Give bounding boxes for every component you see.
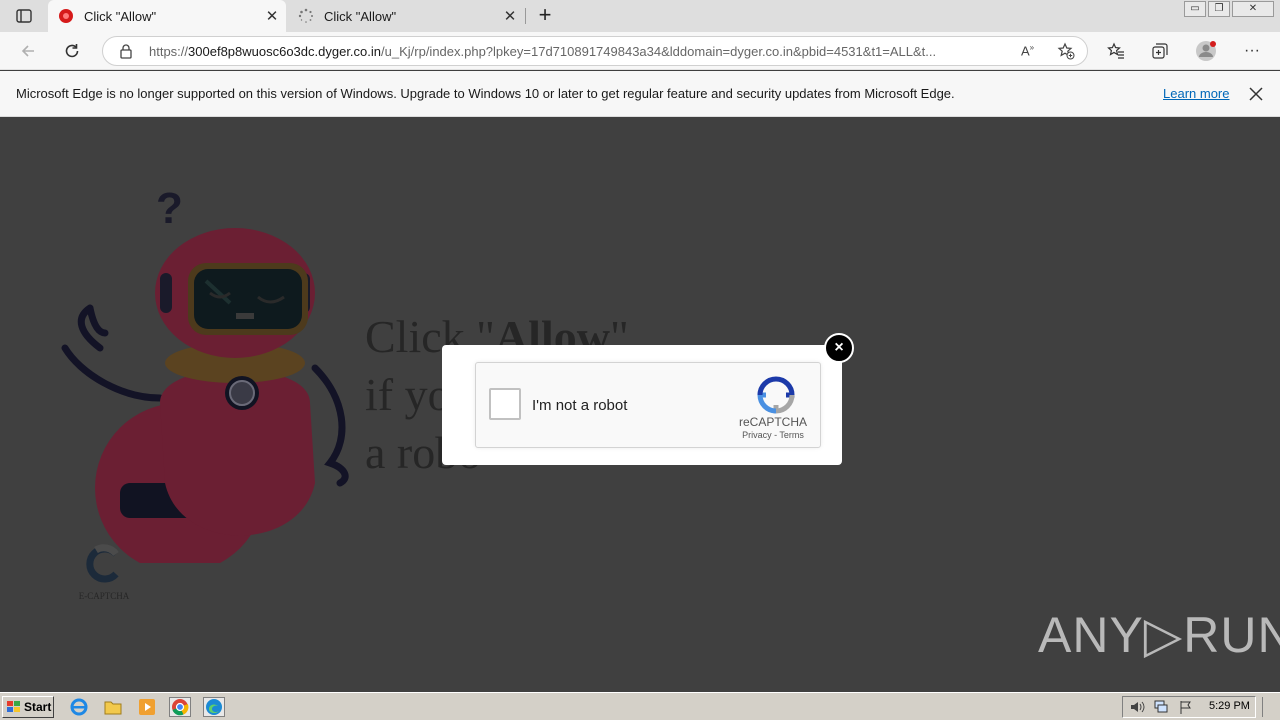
network-icon[interactable] bbox=[1153, 700, 1169, 719]
windows-taskbar: Start 5:29 PM bbox=[0, 692, 1280, 720]
recaptcha-logo-icon bbox=[757, 376, 795, 414]
chrome-icon[interactable] bbox=[169, 697, 191, 717]
tab-inactive[interactable]: Click "Allow" ✕ bbox=[288, 0, 524, 32]
page-content: ? Click "Allow" if yo a robo E-CAPTCHA A… bbox=[0, 118, 1280, 692]
navigation-toolbar: https://300ef8p8wuosc6o3dc.dyger.co.in/u… bbox=[0, 32, 1280, 70]
add-favorite-icon[interactable] bbox=[1057, 42, 1075, 65]
window-maximize-button[interactable]: ❐ bbox=[1208, 1, 1230, 17]
not-a-robot-checkbox[interactable] bbox=[489, 388, 521, 420]
tab-separator bbox=[525, 8, 526, 24]
windows-logo-icon bbox=[7, 701, 20, 712]
tab-active[interactable]: Click "Allow" ✕ bbox=[48, 0, 286, 32]
settings-menu-icon[interactable]: ··· bbox=[1238, 37, 1266, 65]
ecaptcha-logo-icon bbox=[86, 544, 119, 583]
favorites-icon[interactable] bbox=[1102, 37, 1130, 65]
tab-actions-icon[interactable] bbox=[8, 5, 40, 27]
not-a-robot-label: I'm not a robot bbox=[532, 397, 628, 414]
infobar-message: Microsoft Edge is no longer supported on… bbox=[16, 86, 955, 101]
ecaptcha-logo: E-CAPTCHA bbox=[74, 544, 134, 601]
robot-illustration: ? bbox=[61, 184, 349, 563]
learn-more-link[interactable]: Learn more bbox=[1163, 86, 1229, 101]
refresh-button[interactable] bbox=[58, 37, 86, 65]
infobar-close-icon[interactable] bbox=[1246, 84, 1266, 104]
profile-avatar-icon[interactable] bbox=[1192, 37, 1220, 65]
volume-icon[interactable] bbox=[1129, 700, 1145, 719]
dialog-close-button[interactable]: × bbox=[824, 333, 854, 363]
system-tray: 5:29 PM bbox=[1122, 696, 1256, 718]
tab-favicon-icon bbox=[58, 8, 74, 24]
address-bar[interactable]: https://300ef8p8wuosc6o3dc.dyger.co.in/u… bbox=[102, 36, 1088, 66]
recaptcha-widget: I'm not a robot reCAPTCHA Privacy - Term… bbox=[475, 362, 821, 448]
tab-close-icon[interactable]: ✕ bbox=[496, 7, 524, 25]
start-label: Start bbox=[24, 700, 52, 714]
media-player-icon[interactable] bbox=[136, 697, 158, 717]
captcha-dialog: I'm not a robot reCAPTCHA Privacy - Term… bbox=[442, 345, 842, 465]
tab-title: Click "Allow" bbox=[84, 8, 157, 24]
anyrun-watermark: ANY▷RUN bbox=[1038, 607, 1280, 663]
tab-title: Click "Allow" bbox=[324, 8, 397, 24]
new-tab-button[interactable]: + bbox=[532, 3, 558, 29]
internet-explorer-icon[interactable] bbox=[68, 697, 90, 717]
window-minimize-button[interactable]: ▭ bbox=[1184, 1, 1206, 17]
collections-icon[interactable] bbox=[1146, 37, 1174, 65]
action-center-flag-icon[interactable] bbox=[1179, 700, 1193, 719]
ecaptcha-label: E-CAPTCHA bbox=[78, 591, 130, 601]
read-aloud-icon[interactable]: A» bbox=[1021, 43, 1034, 58]
start-button[interactable]: Start bbox=[2, 696, 54, 718]
recaptcha-brand: reCAPTCHA bbox=[738, 415, 807, 429]
unsupported-infobar: Microsoft Edge is no longer supported on… bbox=[0, 71, 1280, 117]
window-close-button[interactable]: ✕ bbox=[1232, 1, 1274, 17]
file-explorer-icon[interactable] bbox=[102, 697, 124, 717]
lock-icon[interactable] bbox=[119, 44, 133, 64]
back-button[interactable] bbox=[14, 37, 42, 65]
tab-strip: Click "Allow" ✕ Click "Allow" ✕ + ▭ ❐ ✕ bbox=[0, 0, 1280, 32]
question-mark-icon: ? bbox=[156, 184, 183, 233]
loading-spinner-icon bbox=[298, 8, 314, 24]
show-desktop-button[interactable] bbox=[1262, 697, 1276, 717]
taskbar-clock[interactable]: 5:29 PM bbox=[1209, 700, 1250, 712]
edge-icon[interactable] bbox=[203, 697, 225, 717]
tab-close-icon[interactable]: ✕ bbox=[258, 7, 286, 25]
url-text: https://300ef8p8wuosc6o3dc.dyger.co.in/u… bbox=[149, 44, 937, 59]
recaptcha-privacy-terms[interactable]: Privacy - Terms bbox=[728, 430, 818, 440]
